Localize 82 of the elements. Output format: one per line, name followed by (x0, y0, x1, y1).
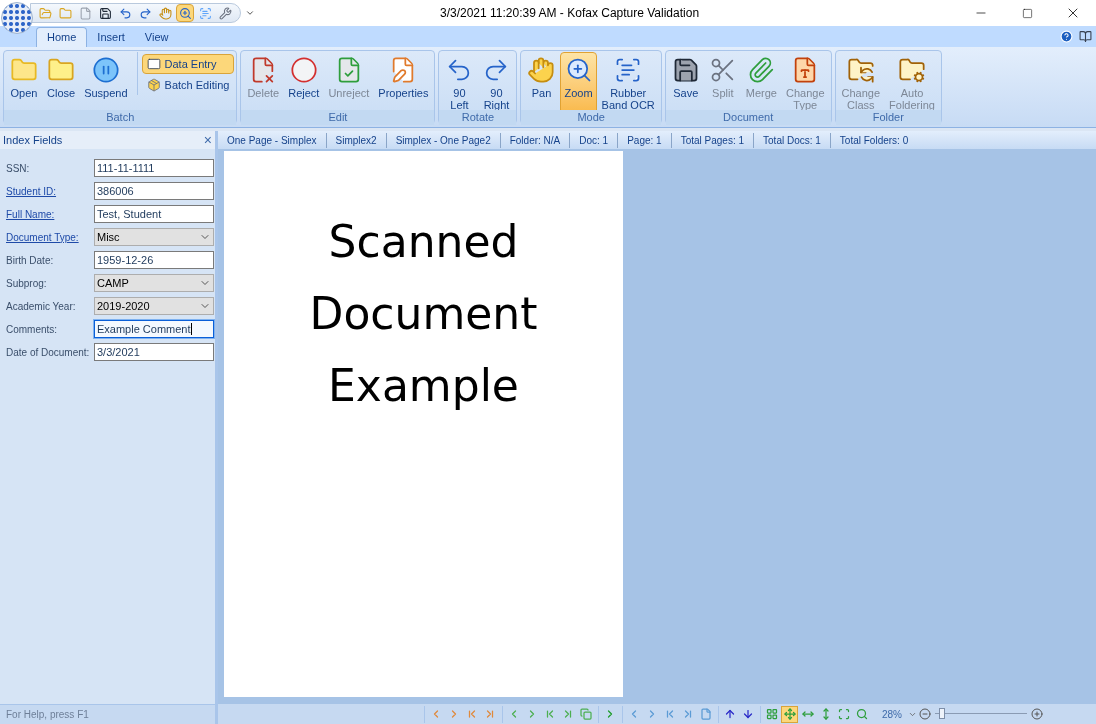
document-text: Example (328, 359, 519, 413)
dropdown-field[interactable]: 2019-2020 (94, 297, 214, 315)
status-text: For Help, press F1 (6, 708, 89, 722)
actual-size-icon (837, 708, 850, 720)
document-text: Document (309, 287, 538, 341)
slider-thumb[interactable] (939, 708, 946, 719)
field-label: SSN: (6, 161, 31, 176)
nav-button[interactable] (781, 705, 798, 723)
info-item: Total Docs: 1 (753, 132, 830, 148)
group-label: Rotate (439, 110, 517, 125)
close-button[interactable]: × (203, 133, 212, 147)
ribbon-small-button[interactable]: Data Entry (141, 54, 235, 74)
text-field[interactable]: 1959-12-26 (94, 251, 214, 269)
zoom-slider[interactable] (935, 708, 1027, 720)
field-label-link[interactable]: Student ID: (6, 183, 94, 199)
group-label: Document (665, 110, 831, 125)
group-label: Batch (4, 110, 237, 125)
zoom-in-icon[interactable] (1031, 708, 1043, 720)
dropdown-field[interactable]: CAMP (94, 274, 214, 292)
info-item: Total Folders: 0 (829, 132, 918, 148)
down-arrow-icon (741, 708, 754, 720)
toolbar-icon (58, 6, 72, 20)
info-item: Simplex2 (325, 132, 386, 148)
app-logo-icon[interactable] (1, 2, 33, 34)
text-field[interactable]: 3/3/2021 (94, 343, 214, 361)
panel-title: Index Fields (3, 132, 63, 148)
fit-icon (783, 708, 796, 720)
window-title: 3/3/2021 11:20:39 AM - Kofax Capture Validation (440, 5, 700, 22)
book-icon[interactable] (1079, 30, 1092, 43)
info-item: Total Pages: 1 (670, 132, 754, 148)
toolbar-icon (118, 6, 132, 20)
info-item: One Page - Simplex (226, 133, 318, 148)
ribbon-icon (91, 56, 120, 84)
document-text: Scanned (328, 215, 519, 269)
text-field[interactable]: Example Comment (94, 320, 214, 338)
ribbon-icon (527, 56, 556, 84)
field-label-link[interactable]: Full Name: (6, 206, 94, 222)
toolbar-icon (218, 6, 232, 20)
pages-icon (579, 708, 592, 720)
group-label: Edit (241, 110, 435, 125)
grid-icon (765, 708, 778, 720)
text-field[interactable]: 111-11-1111 (94, 159, 214, 177)
toolbar-icon (38, 6, 52, 20)
ribbon-small-icon (146, 78, 161, 92)
info-item: Simplex - One Page2 (385, 132, 500, 148)
help-icon[interactable] (1060, 30, 1073, 43)
ribbon-tab[interactable]: View (134, 27, 179, 47)
toolbar-icon (78, 6, 92, 20)
field-label: Birth Date: (6, 253, 55, 268)
toolbar-icon (158, 6, 172, 20)
field-label: Comments: (6, 322, 59, 337)
info-item: Page: 1 (617, 132, 671, 148)
ribbon-tab[interactable]: Insert (87, 27, 135, 47)
text-field[interactable]: 386006 (94, 182, 214, 200)
text-field[interactable]: Test, Student (94, 205, 214, 223)
field-label-link[interactable]: Document Type: (6, 229, 94, 245)
ribbon-icon (289, 56, 318, 84)
info-item: Doc: 1 (569, 132, 618, 148)
ribbon-icon (747, 56, 776, 84)
info-item: Folder: N/A (499, 132, 570, 148)
zoom-percent: 28% (882, 707, 902, 722)
group-label: Mode (521, 110, 661, 125)
ribbon-small-button[interactable]: Batch Editing (141, 75, 235, 95)
field-label: Academic Year: (6, 299, 77, 314)
toolbar-icon (178, 6, 192, 20)
group-label: Folder (835, 110, 941, 125)
customize-dropdown-icon[interactable] (245, 8, 255, 18)
magnifier-icon (855, 708, 868, 720)
toolbar-icon (198, 6, 212, 20)
field-label: Date of Document: (6, 345, 91, 360)
field-label: Subprog: (6, 276, 48, 291)
zoom-out-icon[interactable] (919, 708, 931, 720)
toolbar-icon (138, 6, 152, 20)
toolbar-icon (98, 6, 112, 20)
ribbon-tab[interactable]: Home (36, 27, 88, 47)
page-icon (699, 708, 712, 720)
ribbon-small-icon (146, 57, 161, 71)
up-arrow-icon (723, 708, 736, 720)
ribbon-icon (846, 56, 875, 84)
ribbon-icon (898, 56, 926, 84)
dropdown-field[interactable]: Misc (94, 228, 214, 246)
maximize-icon (1021, 7, 1033, 19)
